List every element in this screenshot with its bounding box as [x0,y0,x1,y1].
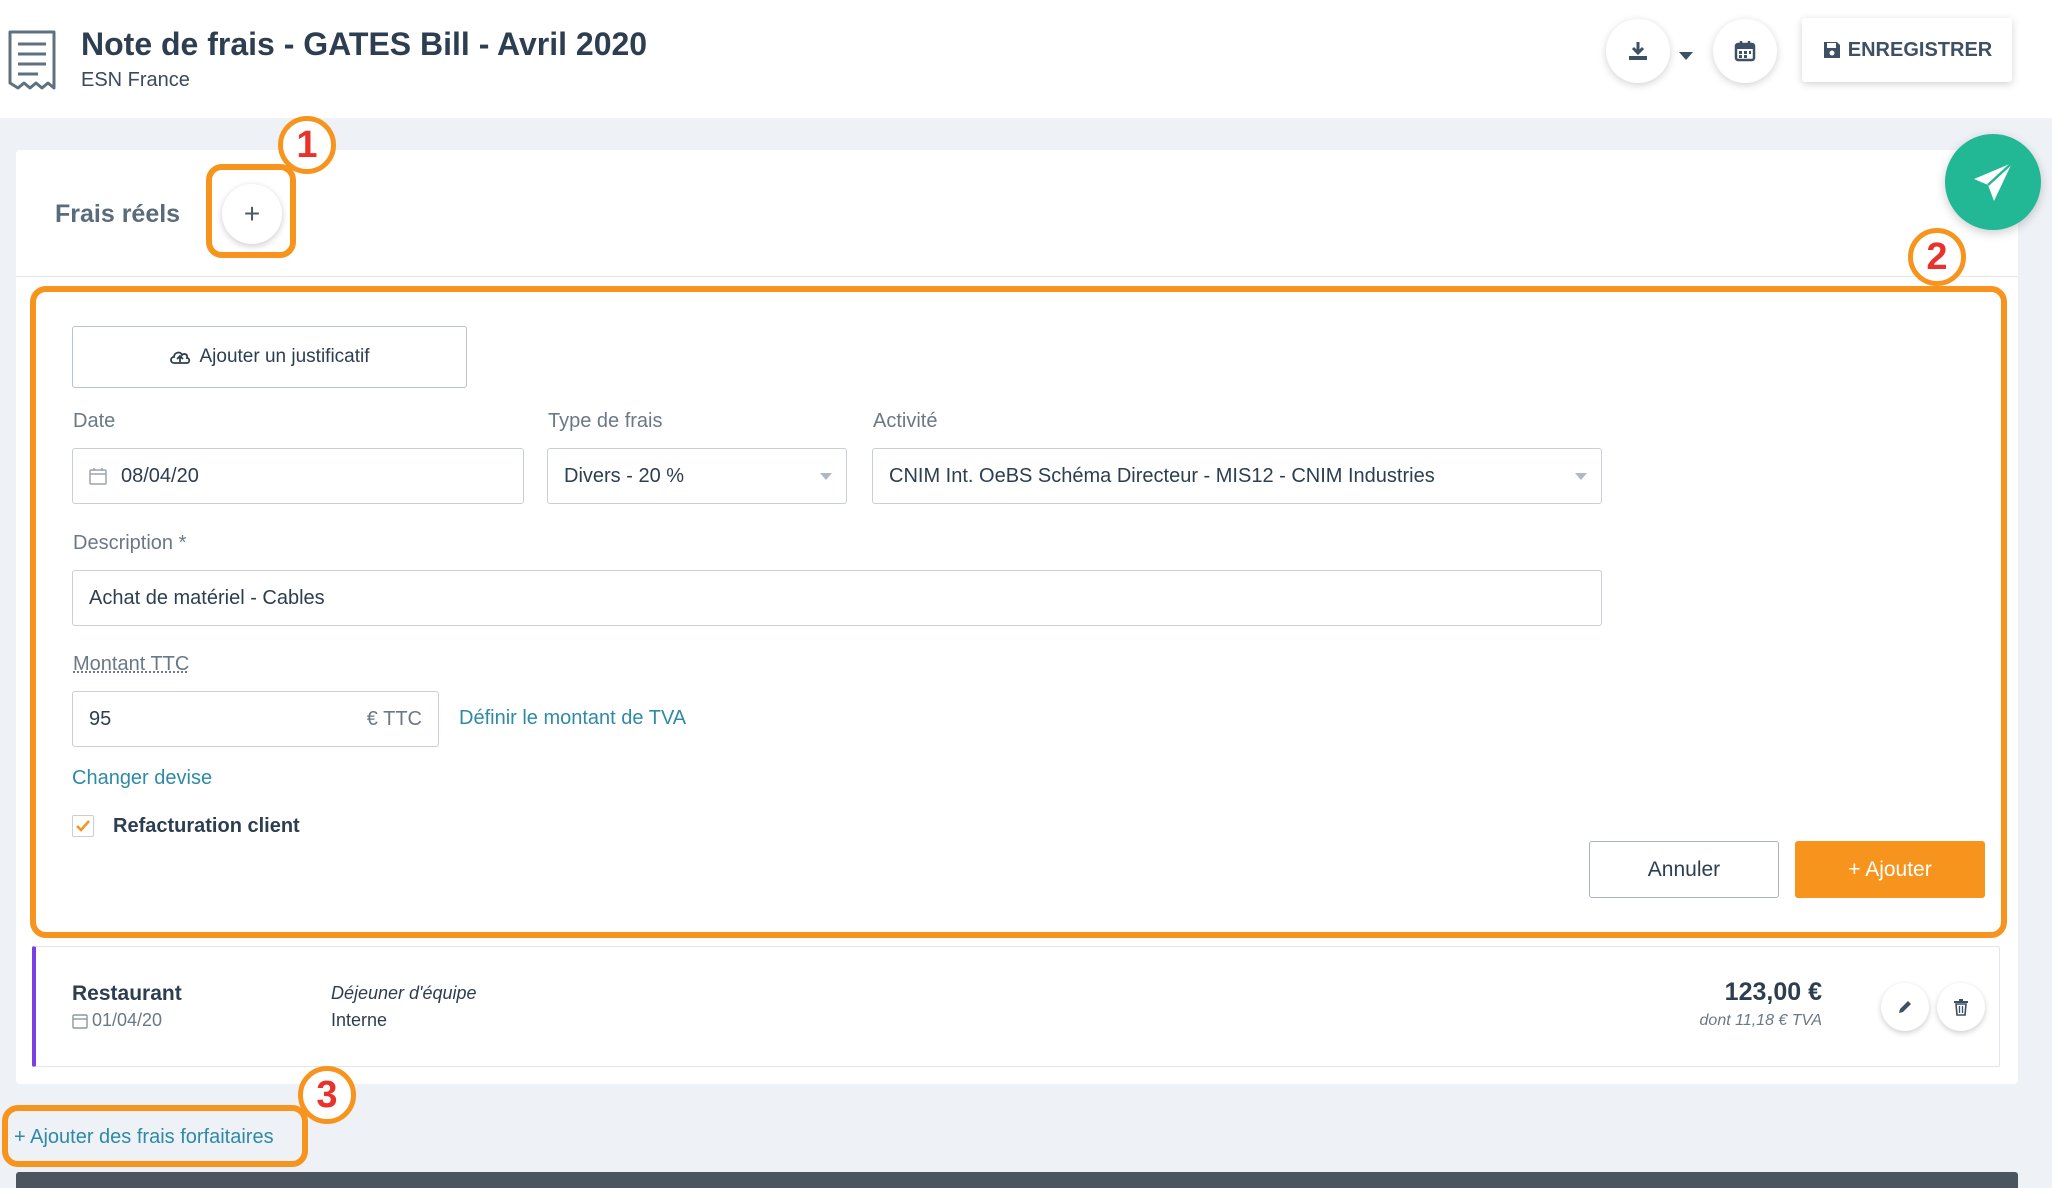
calendar-button[interactable] [1713,19,1777,83]
annotation-box-1 [206,164,296,258]
expense-amount: 123,00 € [1724,978,1822,1006]
annotation-marker-1: 1 [278,116,336,174]
annotation-number: 1 [296,123,318,166]
expense-category: Restaurant [72,982,182,1005]
expense-list-item [32,946,2000,1067]
expense-date-value: 01/04/20 [92,1010,163,1030]
bottom-bar [16,1172,2018,1188]
annotation-marker-2: 2 [1908,228,1966,286]
download-menu-toggle[interactable] [1672,42,1700,70]
page-title: Note de frais - GATES Bill - Avril 2020 [81,26,648,62]
send-button[interactable] [1945,134,2041,230]
download-button[interactable] [1606,19,1670,83]
floppy-disk-icon [1823,42,1840,58]
trash-icon [1954,999,1968,1016]
calendar-icon [1734,41,1756,62]
section-title: Frais réels [55,200,181,228]
expense-vat: dont 11,18 € TVA [1699,1012,1822,1029]
download-icon [1629,42,1647,60]
annotation-box-2 [30,286,2007,938]
pencil-icon [1899,1001,1911,1013]
calendar-icon [72,1013,88,1029]
save-button-label: ENREGISTRER [1847,38,1993,61]
delete-expense-button[interactable] [1937,983,1985,1031]
expense-activity: Interne [331,1010,388,1030]
annotation-marker-3: 3 [298,1066,356,1124]
chevron-down-icon [1679,52,1693,60]
save-button[interactable]: ENREGISTRER [1802,18,2012,82]
expense-date: 01/04/20 [72,1010,162,1031]
annotation-number: 2 [1926,235,1948,278]
page-subtitle: ESN France [81,69,190,91]
divider [16,276,2018,277]
page-header: Note de frais - GATES Bill - Avril 2020 … [0,0,2052,118]
paper-plane-icon [1974,162,2013,201]
edit-expense-button[interactable] [1881,983,1929,1031]
receipt-icon [8,30,56,90]
expense-description: Déjeuner d'équipe [331,983,477,1003]
annotation-box-3 [2,1105,308,1167]
annotation-number: 3 [316,1073,338,1116]
